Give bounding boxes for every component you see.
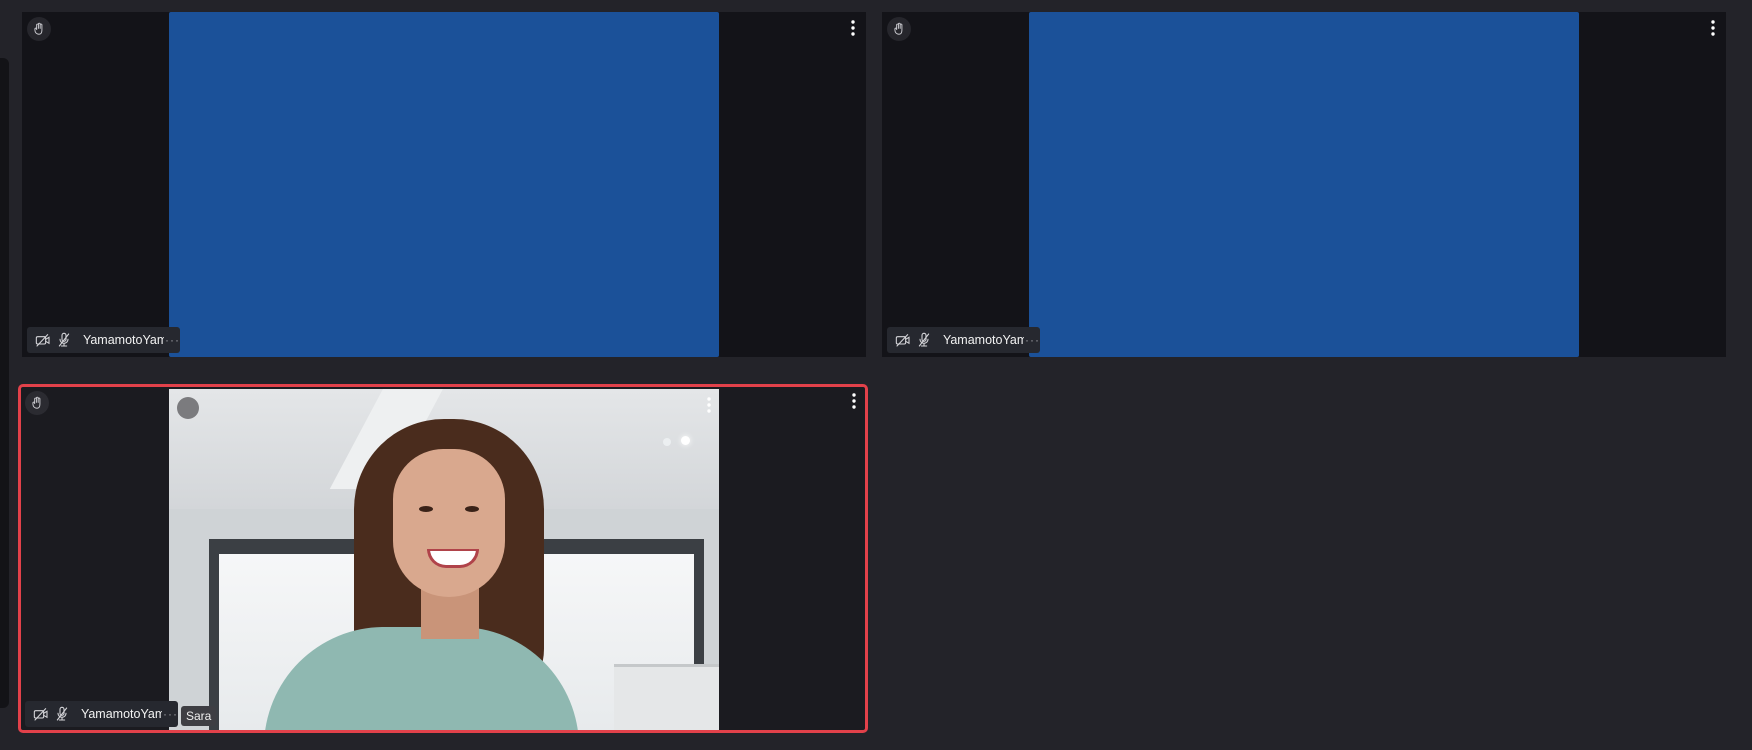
self-name-label: Sara [181, 706, 217, 726]
name-overflow: ··· [1025, 333, 1040, 347]
photo-person-eye [465, 506, 479, 512]
camera-off-icon[interactable] [35, 331, 52, 349]
side-panel-edge[interactable] [0, 58, 9, 708]
name-overflow: ··· [163, 707, 178, 721]
participant-name-bar: YamamotoYam ··· [25, 701, 178, 727]
participant-tile[interactable]: YamamotoYam ··· [882, 12, 1726, 357]
photo-person-face [393, 449, 505, 597]
video-more-options-icon[interactable] [703, 393, 715, 417]
photo-light [681, 436, 690, 445]
photo-cabinet [614, 664, 719, 730]
mic-off-icon[interactable] [56, 331, 73, 349]
participant-tile[interactable]: YamamotoYam ··· [22, 12, 866, 357]
video-placeholder [169, 12, 719, 357]
mic-off-icon[interactable] [54, 705, 71, 723]
raise-hand-icon[interactable] [887, 17, 911, 41]
mic-off-icon[interactable] [916, 331, 933, 349]
camera-video-feed [169, 389, 719, 730]
camera-off-icon[interactable] [33, 705, 50, 723]
photo-person-eye [419, 506, 433, 512]
participant-name: YamamotoYam [80, 707, 162, 721]
participant-name: YamamotoYam [82, 333, 164, 347]
name-overflow: ··· [165, 333, 180, 347]
camera-off-icon[interactable] [895, 331, 912, 349]
more-options-icon[interactable] [1707, 16, 1719, 40]
more-options-icon[interactable] [847, 16, 859, 40]
self-participant-tile[interactable]: YamamotoYam ··· Sara [18, 384, 868, 733]
more-options-icon[interactable] [848, 389, 860, 413]
participant-name-bar: YamamotoYam ··· [887, 327, 1040, 353]
status-dot-icon [177, 397, 199, 419]
raise-hand-icon[interactable] [25, 391, 49, 415]
video-grid: YamamotoYam ··· YamamotoYam ··· Yamamoto… [0, 0, 1752, 750]
raise-hand-icon[interactable] [27, 17, 51, 41]
participant-name: YamamotoYam [942, 333, 1024, 347]
video-placeholder [1029, 12, 1579, 357]
participant-name-bar: YamamotoYam ··· [27, 327, 180, 353]
photo-light [663, 438, 671, 446]
